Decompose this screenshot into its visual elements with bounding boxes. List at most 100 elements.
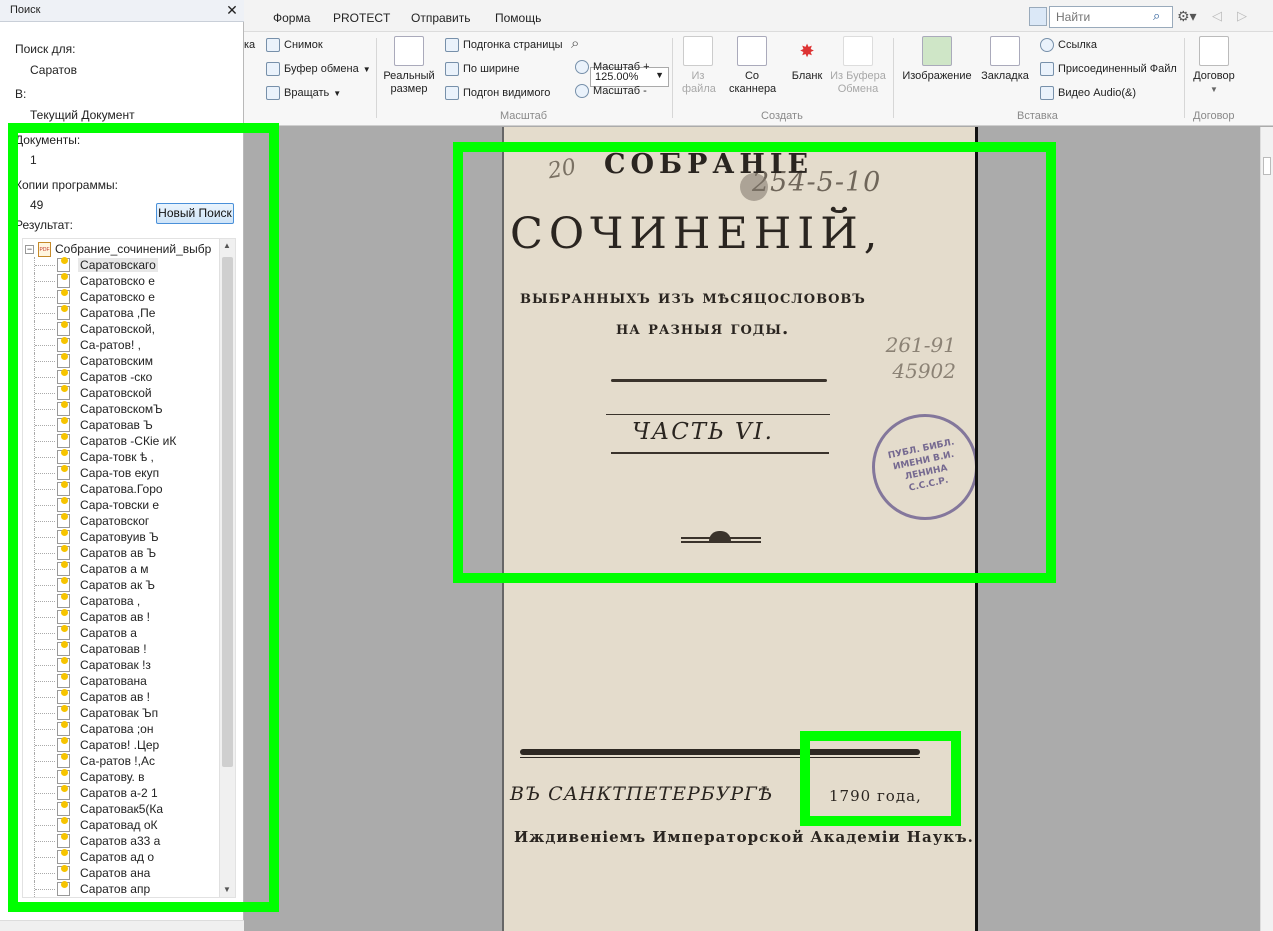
highlight-result-icon [57,625,70,640]
scroll-down-icon[interactable]: ▼ [223,885,231,894]
result-item[interactable]: Саратовак Ъп [23,705,219,721]
result-item[interactable]: Саратовав ! [23,641,219,657]
result-item[interactable]: Са-ратов! , [23,337,219,353]
result-item[interactable]: Саратов -СКіе иК [23,433,219,449]
results-scroll-thumb[interactable] [222,257,233,767]
result-item[interactable]: Саратов -ско [23,369,219,385]
video-audio-button[interactable]: Видео Audio(&) [1040,86,1136,100]
search-icon[interactable]: ⌕ [1153,8,1160,24]
decorative-rule [606,414,830,415]
fit-visible-icon [445,86,459,100]
collapse-icon[interactable]: − [25,244,34,254]
results-scrollbar[interactable]: ▲ ▼ [219,239,235,897]
menu-protect[interactable]: PROTECT [333,11,390,25]
result-item[interactable]: Сара-товк ѣ , [23,449,219,465]
result-item[interactable]: Саратовско е [23,273,219,289]
result-item[interactable]: Саратовской [23,385,219,401]
thin-rule [520,757,920,758]
menu-help[interactable]: Помощь [495,11,541,25]
result-item[interactable]: Саратовад оК [23,817,219,833]
document-viewport[interactable]: 20 254-5-10 СОБРАНІЕ СОЧИНЕНІЙ, выбранны… [245,127,1260,931]
partial-tool-label[interactable]: ка [244,39,255,51]
rotate-button[interactable]: Вращать ▼ [266,86,341,100]
attached-file-button[interactable]: Присоединенный Файл [1040,62,1177,76]
fit-width-label: По ширине [463,63,520,75]
bookmark-button[interactable]: Закладка [978,36,1032,83]
panel-horizontal-scrollbar[interactable] [0,920,244,931]
result-item[interactable]: Саратов ав Ъ [23,545,219,561]
nav-back-icon[interactable]: ◁ [1212,8,1222,24]
result-item[interactable]: Саратов а [23,625,219,641]
menu-send[interactable]: Отправить [411,11,471,25]
clipboard-button[interactable]: Буфер обмена ▼ [266,62,371,76]
result-item[interactable]: Саратовскаго [23,257,219,273]
tree-root-label: Собрание_сочинений_выбр [55,242,212,256]
result-item[interactable]: Саратова , [23,593,219,609]
result-item[interactable]: Сара-товски е [23,497,219,513]
imprint-city: ВЪ САНКТПЕТЕРБУРГѢ [510,783,774,805]
scroll-up-icon[interactable]: ▲ [223,241,231,250]
close-icon[interactable]: ✕ [224,2,240,18]
result-item[interactable]: Саратов ав ! [23,689,219,705]
result-item[interactable]: Саратова.Горо [23,481,219,497]
fit-visible-button[interactable]: Подгон видимого [445,86,550,100]
tree-root-document[interactable]: − PDF Собрание_сочинений_выбр [25,241,211,257]
result-item[interactable]: Саратовак5(Ка [23,801,219,817]
image-button[interactable]: Изображение [902,36,972,83]
actual-size-button[interactable]: Реальный размер [383,36,435,96]
result-item[interactable]: Саратовак !з [23,657,219,673]
from-file-button[interactable]: Из файла [678,36,718,96]
result-item[interactable]: Саратов а-2 1 [23,785,219,801]
new-search-label: Новый Поиск [158,206,232,220]
from-clipboard-button[interactable]: Из Буфера Обмена [828,36,888,96]
tree-branch-line [35,585,55,586]
result-item[interactable]: Саратова ;он [23,721,219,737]
result-item[interactable]: Саратовско е [23,289,219,305]
snapshot-button[interactable]: Снимок [266,38,323,52]
tree-branch-line [35,857,55,858]
result-item[interactable]: Саратову. в [23,769,219,785]
results-tree[interactable]: − PDF Собрание_сочинений_выбр Саратовска… [22,238,236,898]
result-item[interactable]: Саратов ак Ъ [23,577,219,593]
contract-button[interactable]: Договор ▼ [1190,36,1238,96]
from-scanner-label: Со сканнера [729,70,777,95]
search-mode-icon[interactable] [1029,7,1047,26]
result-item[interactable]: Саратов апр [23,881,219,897]
result-item[interactable]: СаратовскомЪ [23,401,219,417]
result-item[interactable]: Сара-тов екуп [23,465,219,481]
new-search-button[interactable]: Новый Поиск [156,203,234,224]
menu-form[interactable]: Форма [273,11,310,25]
tree-branch-line [35,681,55,682]
result-item[interactable]: Саратовским [23,353,219,369]
result-item[interactable]: Саратов а м [23,561,219,577]
result-item[interactable]: Саратована [23,673,219,689]
chevron-down-icon: ▼ [1210,85,1218,94]
result-item-label: Саратова ,Пе [80,306,156,320]
result-item[interactable]: Саратовуив Ъ [23,529,219,545]
result-item[interactable]: Саратовав Ъ [23,417,219,433]
vertical-scrollbar[interactable] [1260,127,1273,931]
result-item[interactable]: Саратовской, [23,321,219,337]
scroll-thumb[interactable] [1263,157,1271,175]
zoom-out-button[interactable]: Масштаб - [575,84,647,98]
result-item[interactable]: Саратов ав ! [23,609,219,625]
settings-gear-icon[interactable]: ⚙▾ [1177,8,1197,25]
blank-button[interactable]: ✸ Бланк [787,36,827,83]
result-item[interactable]: Саратов а33 а [23,833,219,849]
tree-branch-line [35,761,55,762]
from-scanner-button[interactable]: Со сканнера [722,36,782,96]
result-item[interactable]: Саратовског [23,513,219,529]
highlight-result-icon [57,561,70,576]
result-item[interactable]: Саратова ,Пе [23,305,219,321]
zoom-in-button[interactable]: Масштаб + [575,60,650,74]
fit-page-button[interactable]: Подгонка страницы [445,38,563,52]
result-item[interactable]: Саратов ана [23,865,219,881]
clipboard-icon [266,62,280,76]
result-item[interactable]: Саратов! .Цер [23,737,219,753]
tree-branch-line [35,505,55,506]
result-item[interactable]: Са-ратов !,Ас [23,753,219,769]
nav-forward-icon[interactable]: ▷ [1237,8,1247,24]
link-button[interactable]: Ссылка [1040,38,1097,52]
result-item[interactable]: Саратов ад о [23,849,219,865]
fit-width-button[interactable]: По ширине [445,62,520,76]
